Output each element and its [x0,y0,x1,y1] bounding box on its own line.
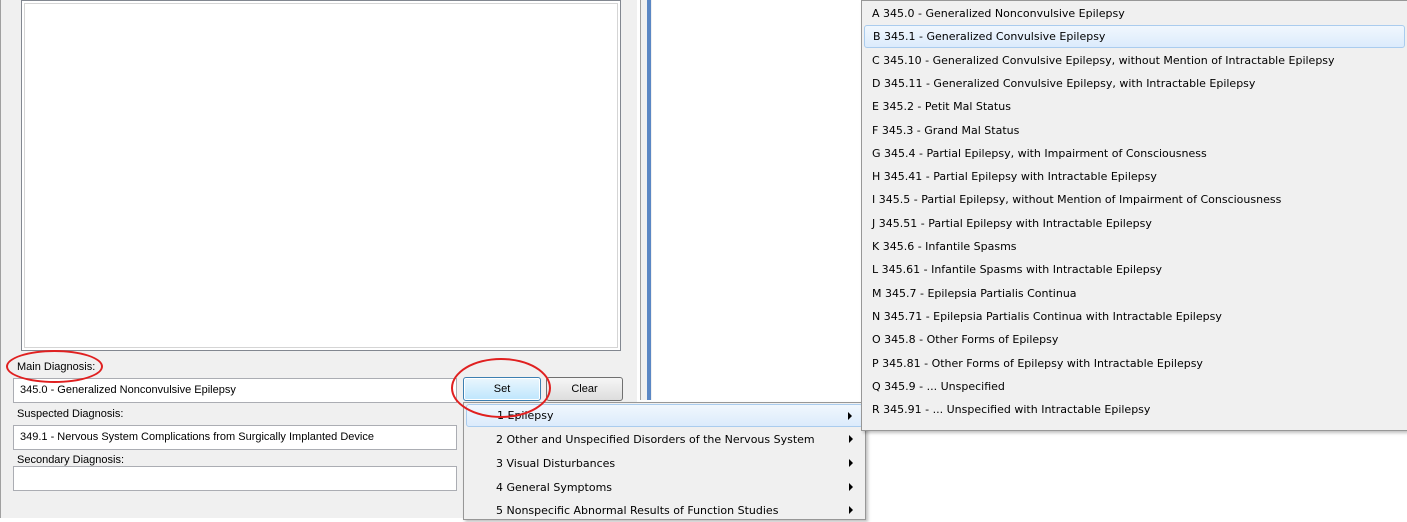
menu-item-label: 5 Nonspecific Abnormal Results of Functi… [496,504,779,517]
submenu-item-label: N 345.71 - Epilepsia Partialis Continua … [872,309,1222,323]
submenu-item[interactable]: C 345.10 - Generalized Convulsive Epilep… [864,49,1405,72]
main-diagnosis-label: Main Diagnosis: [17,361,96,373]
menu-item-label: 3 Visual Disturbances [496,457,616,470]
epilepsy-submenu: A 345.0 - Generalized Nonconvulsive Epil… [861,0,1407,431]
suspected-diagnosis-field[interactable]: 349.1 - Nervous System Complications fro… [13,425,457,450]
set-button[interactable]: Set [463,377,541,401]
submenu-item[interactable]: I 345.5 - Partial Epilepsy, without Ment… [864,188,1405,211]
submenu-item[interactable]: R 345.91 - ... Unspecified with Intracta… [864,398,1405,421]
submenu-item-label: H 345.41 - Partial Epilepsy with Intract… [872,170,1157,184]
suspected-diagnosis-label: Suspected Diagnosis: [17,408,124,420]
submenu-item-label: K 345.6 - Infantile Spasms [872,240,1017,253]
submenu-item-label: F 345.3 - Grand Mal Status [872,123,1020,137]
submenu-item[interactable]: J 345.51 - Partial Epilepsy with Intract… [864,212,1405,235]
submenu-item[interactable]: H 345.41 - Partial Epilepsy with Intract… [864,165,1405,188]
submenu-item[interactable]: A 345.0 - Generalized Nonconvulsive Epil… [864,2,1405,25]
menu-item-label: 1 Epilepsy [497,409,554,422]
submenu-arrow-icon [849,435,853,443]
submenu-item-label: A 345.0 - Generalized Nonconvulsive Epil… [872,7,1125,20]
submenu-item-label: I 345.5 - Partial Epilepsy, without Ment… [872,193,1282,207]
submenu-item-label: B 345.1 - Generalized Convulsive Epileps… [873,30,1106,44]
menu-item-nonspecific-results[interactable]: 5 Nonspecific Abnormal Results of Functi… [466,499,863,522]
submenu-item[interactable]: O 345.8 - Other Forms of Epilepsy [864,328,1405,351]
submenu-item-label: D 345.11 - Generalized Convulsive Epilep… [872,76,1256,90]
menu-item-epilepsy[interactable]: 1 Epilepsy [466,404,863,427]
diagnosis-category-menu: 1 Epilepsy 2 Other and Unspecified Disor… [463,402,866,520]
submenu-item-label: E 345.2 - Petit Mal Status [872,100,1011,114]
submenu-item-label: J 345.51 - Partial Epilepsy with Intract… [872,216,1152,230]
submenu-item[interactable]: K 345.6 - Infantile Spasms [864,235,1405,258]
submenu-item-label: Q 345.9 - ... Unspecified [872,379,1005,393]
submenu-item-label: R 345.91 - ... Unspecified with Intracta… [872,403,1151,417]
submenu-item-label: M 345.7 - Epilepsia Partialis Continua [872,286,1077,300]
submenu-arrow-icon [849,459,853,467]
submenu-item-label: O 345.8 - Other Forms of Epilepsy [872,333,1059,347]
menu-item-general-symptoms[interactable]: 4 General Symptoms [466,476,863,499]
menu-item-label: 2 Other and Unspecified Disorders of the… [496,433,815,446]
submenu-arrow-icon [849,506,853,514]
main-diagnosis-field[interactable]: 345.0 - Generalized Nonconvulsive Epilep… [13,378,457,403]
submenu-item[interactable]: E 345.2 - Petit Mal Status [864,95,1405,118]
submenu-arrow-icon [848,412,852,420]
submenu-item-label: P 345.81 - Other Forms of Epilepsy with … [872,356,1203,370]
clear-button[interactable]: Clear [546,377,623,401]
submenu-item[interactable]: P 345.81 - Other Forms of Epilepsy with … [864,352,1405,375]
submenu-item[interactable]: Q 345.9 - ... Unspecified [864,375,1405,398]
submenu-item[interactable]: D 345.11 - Generalized Convulsive Epilep… [864,72,1405,95]
submenu-item-label: G 345.4 - Partial Epilepsy, with Impairm… [872,146,1207,160]
submenu-item[interactable]: B 345.1 - Generalized Convulsive Epileps… [864,25,1405,49]
menu-item-other-nervous-system[interactable]: 2 Other and Unspecified Disorders of the… [466,428,863,451]
menu-item-visual-disturbances[interactable]: 3 Visual Disturbances [466,452,863,475]
submenu-item[interactable]: L 345.61 - Infantile Spasms with Intract… [864,258,1405,281]
secondary-diagnosis-field[interactable] [13,466,457,491]
panel-splitter[interactable] [640,0,652,400]
submenu-item-label: C 345.10 - Generalized Convulsive Epilep… [872,53,1335,67]
submenu-item[interactable]: F 345.3 - Grand Mal Status [864,119,1405,142]
submenu-item[interactable]: M 345.7 - Epilepsia Partialis Continua [864,282,1405,305]
submenu-item[interactable]: G 345.4 - Partial Epilepsy, with Impairm… [864,142,1405,165]
notes-textarea[interactable] [21,0,621,351]
menu-item-label: 4 General Symptoms [496,481,613,494]
submenu-item[interactable]: N 345.71 - Epilepsia Partialis Continua … [864,305,1405,328]
submenu-arrow-icon [849,483,853,491]
submenu-item-label: L 345.61 - Infantile Spasms with Intract… [872,263,1163,277]
secondary-diagnosis-label: Secondary Diagnosis: [17,454,125,466]
